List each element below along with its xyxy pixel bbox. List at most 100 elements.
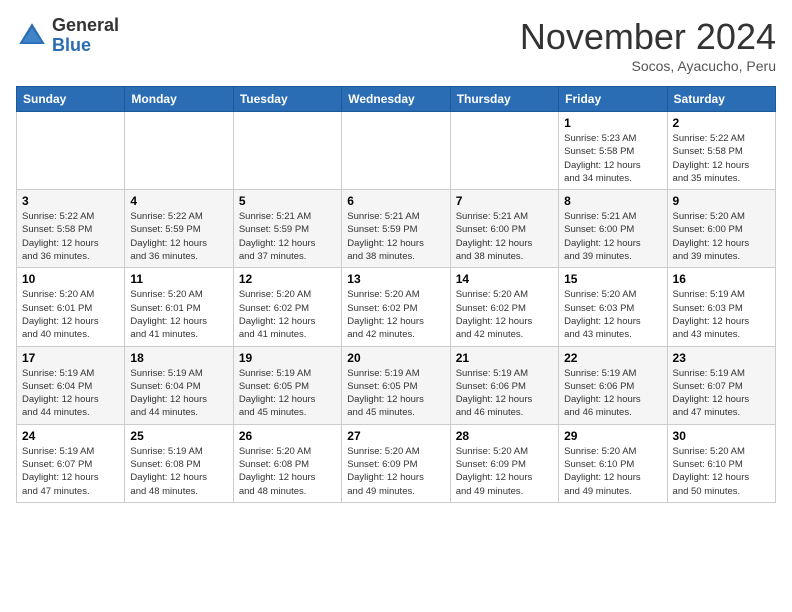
day-info: Sunrise: 5:19 AM Sunset: 6:07 PM Dayligh… xyxy=(22,445,119,498)
day-cell xyxy=(17,112,125,190)
day-cell: 17Sunrise: 5:19 AM Sunset: 6:04 PM Dayli… xyxy=(17,346,125,424)
week-row-3: 10 Sunrise: 5:20 AM Sunset: 6:01 PM Dayli… xyxy=(17,268,776,346)
day-cell: 23Sunrise: 5:19 AM Sunset: 6:07 PM Dayli… xyxy=(667,346,775,424)
day-cell: 13Sunrise: 5:20 AM Sunset: 6:02 PM Dayli… xyxy=(342,268,450,346)
day-number: 26 xyxy=(239,429,336,443)
day-info: Sunrise: 5:20 AM Sunset: 6:10 PM Dayligh… xyxy=(564,445,661,498)
day-cell: 5 Sunrise: 5:21 AM Sunset: 5:59 PM Daylig… xyxy=(233,190,341,268)
day-cell: 18Sunrise: 5:19 AM Sunset: 6:04 PM Dayli… xyxy=(125,346,233,424)
day-info: Sunrise: 5:20 AM Sunset: 6:01 PM Dayligh… xyxy=(22,288,119,341)
day-cell: 30 Sunrise: 5:20 AM Sunset: 6:10 PM Dayli… xyxy=(667,424,775,502)
week-row-2: 3 Sunrise: 5:22 AM Sunset: 5:58 PM Daylig… xyxy=(17,190,776,268)
day-cell: 22 Sunrise: 5:19 AM Sunset: 6:06 PM Dayli… xyxy=(559,346,667,424)
day-number: 5 xyxy=(239,194,336,208)
day-number: 25 xyxy=(130,429,227,443)
day-info: Sunrise: 5:21 AM Sunset: 5:59 PM Dayligh… xyxy=(239,210,336,263)
day-cell: 19 Sunrise: 5:19 AM Sunset: 6:05 PM Dayli… xyxy=(233,346,341,424)
day-number: 10 xyxy=(22,272,119,286)
day-number: 20 xyxy=(347,351,444,365)
day-info: Sunrise: 5:22 AM Sunset: 5:59 PM Dayligh… xyxy=(130,210,227,263)
day-cell xyxy=(450,112,558,190)
day-cell: 4 Sunrise: 5:22 AM Sunset: 5:59 PM Daylig… xyxy=(125,190,233,268)
day-cell: 11 Sunrise: 5:20 AM Sunset: 6:01 PM Dayli… xyxy=(125,268,233,346)
day-number: 29 xyxy=(564,429,661,443)
day-info: Sunrise: 5:20 AM Sunset: 6:00 PM Dayligh… xyxy=(673,210,770,263)
month-title: November 2024 xyxy=(520,16,776,58)
day-cell: 24 Sunrise: 5:19 AM Sunset: 6:07 PM Dayli… xyxy=(17,424,125,502)
day-cell: 8Sunrise: 5:21 AM Sunset: 6:00 PM Daylig… xyxy=(559,190,667,268)
page-header: General Blue November 2024 Socos, Ayacuc… xyxy=(16,16,776,74)
day-number: 13 xyxy=(347,272,444,286)
day-number: 14 xyxy=(456,272,553,286)
day-number: 1 xyxy=(564,116,661,130)
day-info: Sunrise: 5:21 AM Sunset: 6:00 PM Dayligh… xyxy=(456,210,553,263)
day-cell: 2 Sunrise: 5:22 AM Sunset: 5:58 PM Daylig… xyxy=(667,112,775,190)
calendar-header: SundayMondayTuesdayWednesdayThursdayFrid… xyxy=(17,87,776,112)
day-info: Sunrise: 5:21 AM Sunset: 5:59 PM Dayligh… xyxy=(347,210,444,263)
day-cell: 3 Sunrise: 5:22 AM Sunset: 5:58 PM Daylig… xyxy=(17,190,125,268)
day-number: 28 xyxy=(456,429,553,443)
title-block: November 2024 Socos, Ayacucho, Peru xyxy=(520,16,776,74)
day-cell: 26 Sunrise: 5:20 AM Sunset: 6:08 PM Dayli… xyxy=(233,424,341,502)
day-cell: 29 Sunrise: 5:20 AM Sunset: 6:10 PM Dayli… xyxy=(559,424,667,502)
day-info: Sunrise: 5:20 AM Sunset: 6:08 PM Dayligh… xyxy=(239,445,336,498)
day-number: 18 xyxy=(130,351,227,365)
day-number: 6 xyxy=(347,194,444,208)
day-info: Sunrise: 5:19 AM Sunset: 6:05 PM Dayligh… xyxy=(239,367,336,420)
day-number: 27 xyxy=(347,429,444,443)
day-header-thursday: Thursday xyxy=(450,87,558,112)
day-info: Sunrise: 5:19 AM Sunset: 6:06 PM Dayligh… xyxy=(456,367,553,420)
day-cell xyxy=(233,112,341,190)
day-cell: 20 Sunrise: 5:19 AM Sunset: 6:05 PM Dayli… xyxy=(342,346,450,424)
day-cell: 25Sunrise: 5:19 AM Sunset: 6:08 PM Dayli… xyxy=(125,424,233,502)
day-number: 19 xyxy=(239,351,336,365)
day-info: Sunrise: 5:20 AM Sunset: 6:09 PM Dayligh… xyxy=(347,445,444,498)
day-info: Sunrise: 5:20 AM Sunset: 6:01 PM Dayligh… xyxy=(130,288,227,341)
day-header-wednesday: Wednesday xyxy=(342,87,450,112)
day-cell xyxy=(342,112,450,190)
day-header-saturday: Saturday xyxy=(667,87,775,112)
day-info: Sunrise: 5:19 AM Sunset: 6:05 PM Dayligh… xyxy=(347,367,444,420)
day-info: Sunrise: 5:20 AM Sunset: 6:09 PM Dayligh… xyxy=(456,445,553,498)
day-info: Sunrise: 5:19 AM Sunset: 6:03 PM Dayligh… xyxy=(673,288,770,341)
day-info: Sunrise: 5:22 AM Sunset: 5:58 PM Dayligh… xyxy=(673,132,770,185)
logo-blue: Blue xyxy=(52,36,119,56)
day-cell: 9Sunrise: 5:20 AM Sunset: 6:00 PM Daylig… xyxy=(667,190,775,268)
day-info: Sunrise: 5:19 AM Sunset: 6:07 PM Dayligh… xyxy=(673,367,770,420)
day-info: Sunrise: 5:19 AM Sunset: 6:06 PM Dayligh… xyxy=(564,367,661,420)
day-cell: 14 Sunrise: 5:20 AM Sunset: 6:02 PM Dayli… xyxy=(450,268,558,346)
logo: General Blue xyxy=(16,16,119,56)
day-cell: 10 Sunrise: 5:20 AM Sunset: 6:01 PM Dayli… xyxy=(17,268,125,346)
logo-icon xyxy=(16,20,48,52)
day-header-tuesday: Tuesday xyxy=(233,87,341,112)
day-info: Sunrise: 5:22 AM Sunset: 5:58 PM Dayligh… xyxy=(22,210,119,263)
day-number: 17 xyxy=(22,351,119,365)
day-number: 21 xyxy=(456,351,553,365)
day-number: 12 xyxy=(239,272,336,286)
day-number: 2 xyxy=(673,116,770,130)
day-number: 24 xyxy=(22,429,119,443)
day-number: 3 xyxy=(22,194,119,208)
day-number: 30 xyxy=(673,429,770,443)
day-number: 7 xyxy=(456,194,553,208)
day-cell: 6 Sunrise: 5:21 AM Sunset: 5:59 PM Daylig… xyxy=(342,190,450,268)
day-number: 15 xyxy=(564,272,661,286)
day-number: 22 xyxy=(564,351,661,365)
day-number: 4 xyxy=(130,194,227,208)
day-cell: 1Sunrise: 5:23 AM Sunset: 5:58 PM Daylig… xyxy=(559,112,667,190)
day-info: Sunrise: 5:21 AM Sunset: 6:00 PM Dayligh… xyxy=(564,210,661,263)
day-number: 16 xyxy=(673,272,770,286)
day-cell: 27 Sunrise: 5:20 AM Sunset: 6:09 PM Dayli… xyxy=(342,424,450,502)
day-cell xyxy=(125,112,233,190)
week-row-1: 1Sunrise: 5:23 AM Sunset: 5:58 PM Daylig… xyxy=(17,112,776,190)
day-cell: 16 Sunrise: 5:19 AM Sunset: 6:03 PM Dayli… xyxy=(667,268,775,346)
week-row-4: 17Sunrise: 5:19 AM Sunset: 6:04 PM Dayli… xyxy=(17,346,776,424)
day-number: 11 xyxy=(130,272,227,286)
day-cell: 15Sunrise: 5:20 AM Sunset: 6:03 PM Dayli… xyxy=(559,268,667,346)
day-info: Sunrise: 5:20 AM Sunset: 6:10 PM Dayligh… xyxy=(673,445,770,498)
location-subtitle: Socos, Ayacucho, Peru xyxy=(520,58,776,74)
day-headers-row: SundayMondayTuesdayWednesdayThursdayFrid… xyxy=(17,87,776,112)
calendar-table: SundayMondayTuesdayWednesdayThursdayFrid… xyxy=(16,86,776,503)
day-info: Sunrise: 5:20 AM Sunset: 6:02 PM Dayligh… xyxy=(456,288,553,341)
day-cell: 12Sunrise: 5:20 AM Sunset: 6:02 PM Dayli… xyxy=(233,268,341,346)
